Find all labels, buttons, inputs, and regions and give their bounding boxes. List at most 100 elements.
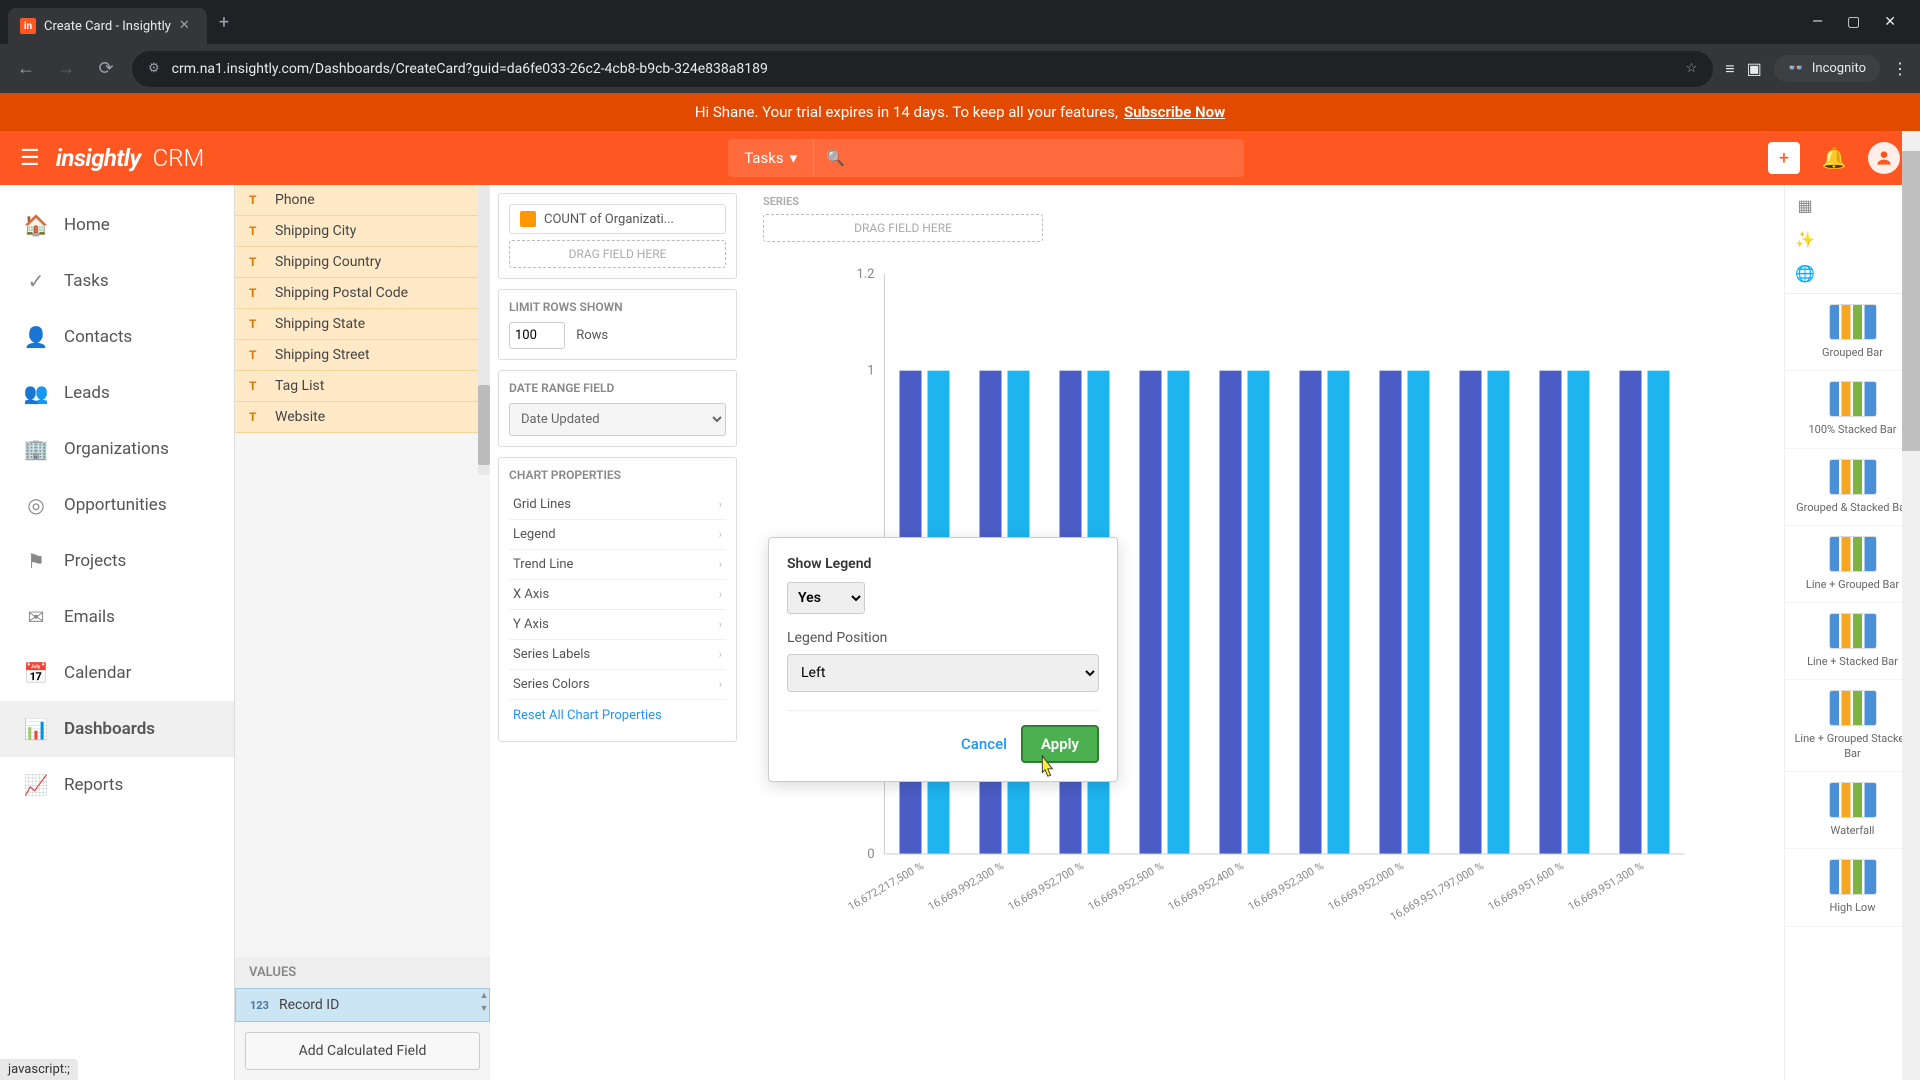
avatar[interactable] bbox=[1868, 142, 1900, 174]
browser-tab[interactable]: in Create Card - Insightly ✕ bbox=[8, 8, 207, 44]
reload-button[interactable]: ⟳ bbox=[92, 55, 120, 83]
scrollbar[interactable] bbox=[478, 185, 490, 475]
incognito-badge: 👓 Incognito bbox=[1774, 55, 1880, 82]
close-icon[interactable]: ✕ bbox=[179, 18, 195, 34]
sidebar-item-label: Tasks bbox=[64, 271, 109, 291]
svg-text:16,669,951,600 %: 16,669,951,600 % bbox=[1486, 859, 1566, 913]
search-input[interactable]: 🔍 bbox=[814, 139, 1244, 177]
window-controls: — ▢ ✕ bbox=[1812, 14, 1912, 30]
sidebar-item-label: Organizations bbox=[64, 439, 169, 459]
sidebar-item-calendar[interactable]: 📅Calendar bbox=[0, 645, 234, 701]
table-view-icon[interactable]: ▦ bbox=[1791, 191, 1819, 219]
prop-series-labels[interactable]: Series Labels› bbox=[509, 640, 726, 670]
prop-y-axis[interactable]: Y Axis› bbox=[509, 610, 726, 640]
high-low-icon bbox=[1829, 859, 1877, 895]
search-type-dropdown[interactable]: Tasks ▾ bbox=[728, 139, 814, 177]
limit-rows-input[interactable] bbox=[509, 322, 565, 349]
chart-type-line-grouped-stacked-bar[interactable]: Line + Grouped Stacked Bar bbox=[1785, 680, 1920, 772]
sidebar-item-home[interactable]: 🏠Home bbox=[0, 197, 234, 253]
chart-types-panel: ▦ ✨ 🌐 Grouped Bar 100% Stacked Bar Group… bbox=[1784, 185, 1920, 1080]
new-tab-button[interactable]: + bbox=[219, 12, 229, 33]
flag-icon: ⚑ bbox=[24, 549, 48, 573]
field-item[interactable]: TShipping Country bbox=[235, 247, 490, 278]
config-panel: COUNT of Organizati... DRAG FIELD HERE L… bbox=[490, 185, 745, 1080]
sidebar-item-emails[interactable]: ✉Emails bbox=[0, 589, 234, 645]
chart-type-grouped-bar[interactable]: Grouped Bar bbox=[1785, 294, 1920, 371]
hamburger-icon[interactable]: ☰ bbox=[20, 146, 40, 171]
field-item[interactable]: TWebsite bbox=[235, 402, 490, 433]
svg-text:16,672,217,500 %: 16,672,217,500 % bbox=[846, 859, 926, 913]
text-type-icon: T bbox=[249, 379, 265, 393]
prop-trend-line[interactable]: Trend Line› bbox=[509, 550, 726, 580]
drag-field-placeholder[interactable]: DRAG FIELD HERE bbox=[509, 240, 726, 268]
search-area: Tasks ▾ 🔍 bbox=[728, 139, 1244, 177]
back-button[interactable]: ← bbox=[12, 55, 40, 83]
maximize-button[interactable]: ▢ bbox=[1847, 14, 1860, 30]
brand-logo[interactable]: insightly bbox=[56, 144, 141, 172]
chart-type-waterfall[interactable]: Waterfall bbox=[1785, 772, 1920, 849]
bookmark-icon[interactable]: ☆ bbox=[1686, 61, 1698, 76]
date-range-select[interactable]: Date Updated bbox=[509, 403, 726, 436]
field-item[interactable]: TShipping City bbox=[235, 216, 490, 247]
legend-position-label: Legend Position bbox=[787, 630, 1099, 646]
page-scrollbar[interactable] bbox=[1902, 131, 1920, 1080]
minimize-button[interactable]: — bbox=[1812, 14, 1823, 30]
site-settings-icon[interactable]: ⚙ bbox=[148, 61, 160, 76]
prop-legend[interactable]: Legend› bbox=[509, 520, 726, 550]
sidebar-item-projects[interactable]: ⚑Projects bbox=[0, 533, 234, 589]
svg-text:0: 0 bbox=[867, 847, 874, 862]
sidebar-item-leads[interactable]: 👥Leads bbox=[0, 365, 234, 421]
svg-text:16,669,952,500 %: 16,669,952,500 % bbox=[1086, 859, 1166, 913]
add-button[interactable]: + bbox=[1768, 142, 1800, 174]
check-icon: ✓ bbox=[24, 269, 48, 293]
close-window-button[interactable]: ✕ bbox=[1884, 14, 1896, 30]
value-scroll-arrows[interactable]: ▲▼ bbox=[478, 990, 490, 1014]
show-legend-select[interactable]: Yes bbox=[787, 582, 865, 614]
subscribe-link[interactable]: Subscribe Now bbox=[1124, 103, 1225, 121]
field-item[interactable]: TTag List bbox=[235, 371, 490, 402]
chart-type-label: Line + Stacked Bar bbox=[1793, 655, 1912, 669]
menu-icon[interactable]: ⋮ bbox=[1892, 59, 1908, 78]
field-item[interactable]: TPhone bbox=[235, 185, 490, 216]
sidebar-item-dashboards[interactable]: 📊Dashboards bbox=[0, 701, 234, 757]
sidebar-item-reports[interactable]: 📈Reports bbox=[0, 757, 234, 813]
count-chip[interactable]: COUNT of Organizati... bbox=[509, 204, 726, 234]
chart-type-high-low[interactable]: High Low bbox=[1785, 849, 1920, 926]
url-bar[interactable]: ⚙ crm.na1.insightly.com/Dashboards/Creat… bbox=[132, 51, 1713, 87]
sidebar-item-contacts[interactable]: 👤Contacts bbox=[0, 309, 234, 365]
notifications-icon[interactable]: 🔔 bbox=[1818, 142, 1850, 174]
chart-type-line-grouped-bar[interactable]: Line + Grouped Bar bbox=[1785, 526, 1920, 603]
field-item[interactable]: TShipping Street bbox=[235, 340, 490, 371]
cancel-button[interactable]: Cancel bbox=[961, 735, 1007, 753]
chart-type-line-stacked-bar[interactable]: Line + Stacked Bar bbox=[1785, 603, 1920, 680]
prop-series-colors[interactable]: Series Colors› bbox=[509, 670, 726, 700]
sidebar-item-opportunities[interactable]: ◎Opportunities bbox=[0, 477, 234, 533]
chart-type-100-stacked-bar[interactable]: 100% Stacked Bar bbox=[1785, 371, 1920, 448]
add-calculated-field-button[interactable]: Add Calculated Field bbox=[245, 1032, 480, 1070]
fields-panel: TPhone TShipping City TShipping Country … bbox=[235, 185, 490, 1080]
side-panel-icon[interactable]: ▣ bbox=[1747, 59, 1762, 78]
field-item[interactable]: TShipping Postal Code bbox=[235, 278, 490, 309]
chart-type-label: High Low bbox=[1793, 901, 1912, 915]
values-header: VALUES bbox=[235, 957, 490, 988]
prop-grid-lines[interactable]: Grid Lines› bbox=[509, 490, 726, 520]
globe-icon[interactable]: 🌐 bbox=[1791, 259, 1819, 287]
chart-type-grouped-stacked-bar[interactable]: Grouped & Stacked Bar bbox=[1785, 449, 1920, 526]
legend-position-select[interactable]: Left bbox=[787, 654, 1099, 692]
sidebar-item-tasks[interactable]: ✓ Tasks bbox=[0, 253, 234, 309]
reset-chart-properties-link[interactable]: Reset All Chart Properties bbox=[509, 700, 726, 731]
forward-button[interactable]: → bbox=[52, 55, 80, 83]
scroll-thumb[interactable] bbox=[1902, 151, 1920, 451]
value-item[interactable]: 123Record ID bbox=[235, 988, 490, 1022]
apply-button[interactable]: Apply bbox=[1021, 725, 1099, 763]
field-item[interactable]: TShipping State bbox=[235, 309, 490, 340]
sidebar-item-organizations[interactable]: 🏢Organizations bbox=[0, 421, 234, 477]
extensions-icon[interactable]: ≡ bbox=[1725, 59, 1734, 79]
field-list[interactable]: TPhone TShipping City TShipping Country … bbox=[235, 185, 490, 957]
svg-text:16,669,951,300 %: 16,669,951,300 % bbox=[1566, 859, 1646, 913]
prop-x-axis[interactable]: X Axis› bbox=[509, 580, 726, 610]
series-drag-placeholder[interactable]: DRAG FIELD HERE bbox=[763, 214, 1043, 242]
line-grouped-stacked-bar-icon bbox=[1829, 690, 1877, 726]
scroll-thumb[interactable] bbox=[478, 385, 490, 465]
auto-icon[interactable]: ✨ bbox=[1791, 225, 1819, 253]
